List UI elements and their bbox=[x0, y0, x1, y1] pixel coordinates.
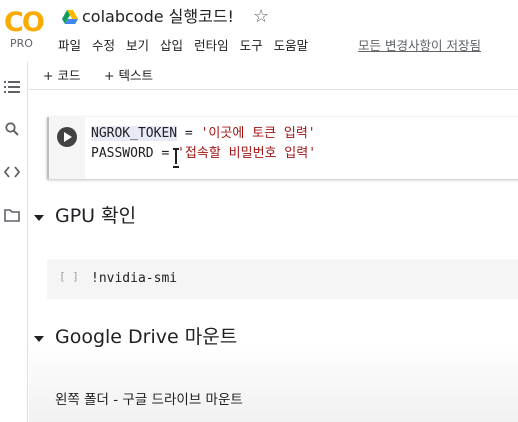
menu-item-runtime[interactable]: 런타임 bbox=[194, 37, 229, 55]
code-line: NGROK_TOKEN = '이곳에 토큰 입력' bbox=[91, 125, 316, 143]
code-line[interactable]: !nvidia-smi bbox=[91, 270, 177, 288]
logo-text: CO bbox=[4, 7, 45, 38]
code-snippets-icon[interactable] bbox=[2, 162, 22, 182]
header: CO PRO colabcode 실행코드! ☆ 파일 수정 보기 삽입 런타임… bbox=[0, 0, 518, 62]
logo-badge: PRO bbox=[10, 37, 33, 50]
code-string: '접속할 비밀번호 입력' bbox=[177, 146, 317, 161]
code-string: '이곳에 토큰 입력' bbox=[200, 126, 316, 141]
caret-down-icon[interactable] bbox=[34, 336, 44, 342]
code-variable: NGROK_TOKEN bbox=[91, 126, 178, 141]
code-line: PASSWORD = '접속할 비밀번호 입력' bbox=[91, 145, 316, 163]
google-drive-icon[interactable] bbox=[62, 10, 78, 24]
menu-item-file[interactable]: 파일 bbox=[58, 37, 81, 55]
code-variable: PASSWORD bbox=[91, 146, 154, 161]
notebook-toolbar: + 코드 + 텍스트 bbox=[29, 62, 518, 90]
star-icon[interactable]: ☆ bbox=[253, 6, 269, 28]
table-of-contents-icon[interactable] bbox=[2, 77, 22, 97]
add-code-cell-button[interactable]: + 코드 bbox=[43, 67, 80, 85]
menu-bar: 파일 수정 보기 삽입 런타임 도구 도움말 bbox=[58, 37, 319, 55]
code-editor[interactable]: NGROK_TOKEN = '이곳에 토큰 입력' PASSWORD = '접속… bbox=[85, 117, 518, 179]
add-text-cell-button[interactable]: + 텍스트 bbox=[104, 67, 153, 85]
code-operator: = bbox=[177, 126, 201, 141]
search-icon[interactable] bbox=[2, 119, 22, 139]
code-cell[interactable]: NGROK_TOKEN = '이곳에 토큰 입력' PASSWORD = '접속… bbox=[47, 117, 518, 179]
menu-item-edit[interactable]: 수정 bbox=[92, 37, 115, 55]
section-heading: GPU 확인 bbox=[55, 205, 137, 227]
folder-icon[interactable] bbox=[2, 205, 22, 225]
section-heading: Google Drive 마운트 bbox=[55, 326, 238, 348]
text-cell[interactable]: 왼쪽 폴더 - 구글 드라이브 마운트 bbox=[55, 390, 243, 410]
play-icon[interactable] bbox=[57, 127, 77, 147]
text-cursor-icon bbox=[173, 148, 179, 168]
menu-item-tools[interactable]: 도구 bbox=[240, 37, 263, 55]
notebook-title[interactable]: colabcode 실행코드! bbox=[82, 6, 234, 28]
caret-down-icon[interactable] bbox=[34, 215, 44, 221]
colab-logo-icon[interactable]: CO PRO bbox=[4, 7, 46, 50]
notebook-main: NGROK_TOKEN = '이곳에 토큰 입력' PASSWORD = '접속… bbox=[29, 91, 518, 422]
left-rail bbox=[0, 62, 28, 422]
code-cell[interactable]: [ ] !nvidia-smi bbox=[47, 259, 518, 299]
cell-run-bracket[interactable]: [ ] bbox=[59, 270, 79, 284]
menu-item-view[interactable]: 보기 bbox=[126, 37, 149, 55]
menu-item-insert[interactable]: 삽입 bbox=[160, 37, 183, 55]
menu-item-help[interactable]: 도움말 bbox=[274, 37, 309, 55]
save-status-link[interactable]: 모든 변경사항이 저장됨 bbox=[358, 37, 481, 55]
